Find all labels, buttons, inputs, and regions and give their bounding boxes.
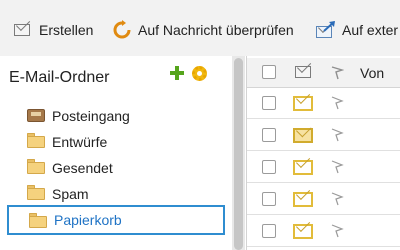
external-check-label: Auf exter — [342, 22, 399, 38]
folder-actions — [170, 66, 212, 84]
folder-icon — [27, 185, 45, 200]
row-checkbox[interactable] — [262, 192, 276, 206]
mail-list-header: Von — [247, 58, 400, 88]
inbox-icon — [27, 107, 45, 122]
flag-icon[interactable] — [329, 191, 345, 207]
folder-item-papierkorb[interactable]: Papierkorb — [7, 205, 225, 235]
folder-icon — [29, 213, 47, 228]
mail-row[interactable] — [247, 184, 400, 215]
create-button[interactable]: Erstellen — [13, 18, 93, 42]
unread-mail-icon — [293, 192, 313, 207]
add-folder-icon[interactable] — [170, 66, 184, 80]
row-checkbox[interactable] — [262, 128, 276, 142]
flag-icon[interactable] — [329, 95, 345, 111]
settings-icon[interactable] — [192, 66, 207, 81]
toolbar: Erstellen Auf Nachricht überprüfen Auf e… — [0, 0, 400, 56]
folder-label: Posteingang — [52, 108, 130, 124]
flag-icon[interactable] — [329, 223, 345, 239]
send-icon — [316, 20, 336, 40]
flag-icon[interactable] — [330, 66, 345, 80]
flag-icon[interactable] — [329, 127, 345, 143]
create-label: Erstellen — [39, 22, 94, 38]
folder-label: Spam — [52, 186, 89, 202]
row-checkbox[interactable] — [262, 224, 276, 238]
envelope-icon[interactable] — [295, 66, 313, 79]
flag-icon[interactable] — [329, 159, 345, 175]
unread-mail-icon — [293, 160, 313, 175]
folder-item-entwuerfe[interactable]: Entwürfe — [0, 129, 232, 155]
row-checkbox[interactable] — [262, 160, 276, 174]
check-messages-label: Auf Nachricht überprüfen — [138, 22, 294, 38]
mail-row[interactable] — [247, 88, 400, 119]
folder-icon — [27, 133, 45, 148]
external-check-button[interactable]: Auf exter — [316, 18, 398, 42]
folder-label: Gesendet — [52, 160, 113, 176]
folder-panel-title: E-Mail-Ordner — [9, 69, 110, 86]
refresh-icon — [112, 20, 132, 40]
folder-item-posteingang[interactable]: Posteingang — [0, 103, 232, 129]
folder-label: Papierkorb — [54, 212, 122, 228]
envelope-icon — [13, 20, 33, 40]
unread-mail-icon — [293, 224, 313, 239]
check-messages-button[interactable]: Auf Nachricht überprüfen — [112, 18, 294, 42]
folder-item-spam[interactable]: Spam — [0, 181, 232, 207]
read-mail-icon — [293, 128, 313, 143]
mail-row[interactable] — [247, 216, 400, 247]
folder-label: Entwürfe — [52, 134, 108, 150]
folder-icon — [27, 159, 45, 174]
sidebar-scroll-thumb[interactable] — [234, 58, 243, 250]
row-checkbox[interactable] — [262, 96, 276, 110]
mail-row[interactable] — [247, 120, 400, 151]
from-column-header[interactable]: Von — [360, 65, 384, 81]
folder-item-gesendet[interactable]: Gesendet — [0, 155, 232, 181]
select-all-checkbox[interactable] — [262, 65, 276, 79]
mail-row[interactable] — [247, 152, 400, 183]
unread-mail-icon — [293, 96, 313, 111]
